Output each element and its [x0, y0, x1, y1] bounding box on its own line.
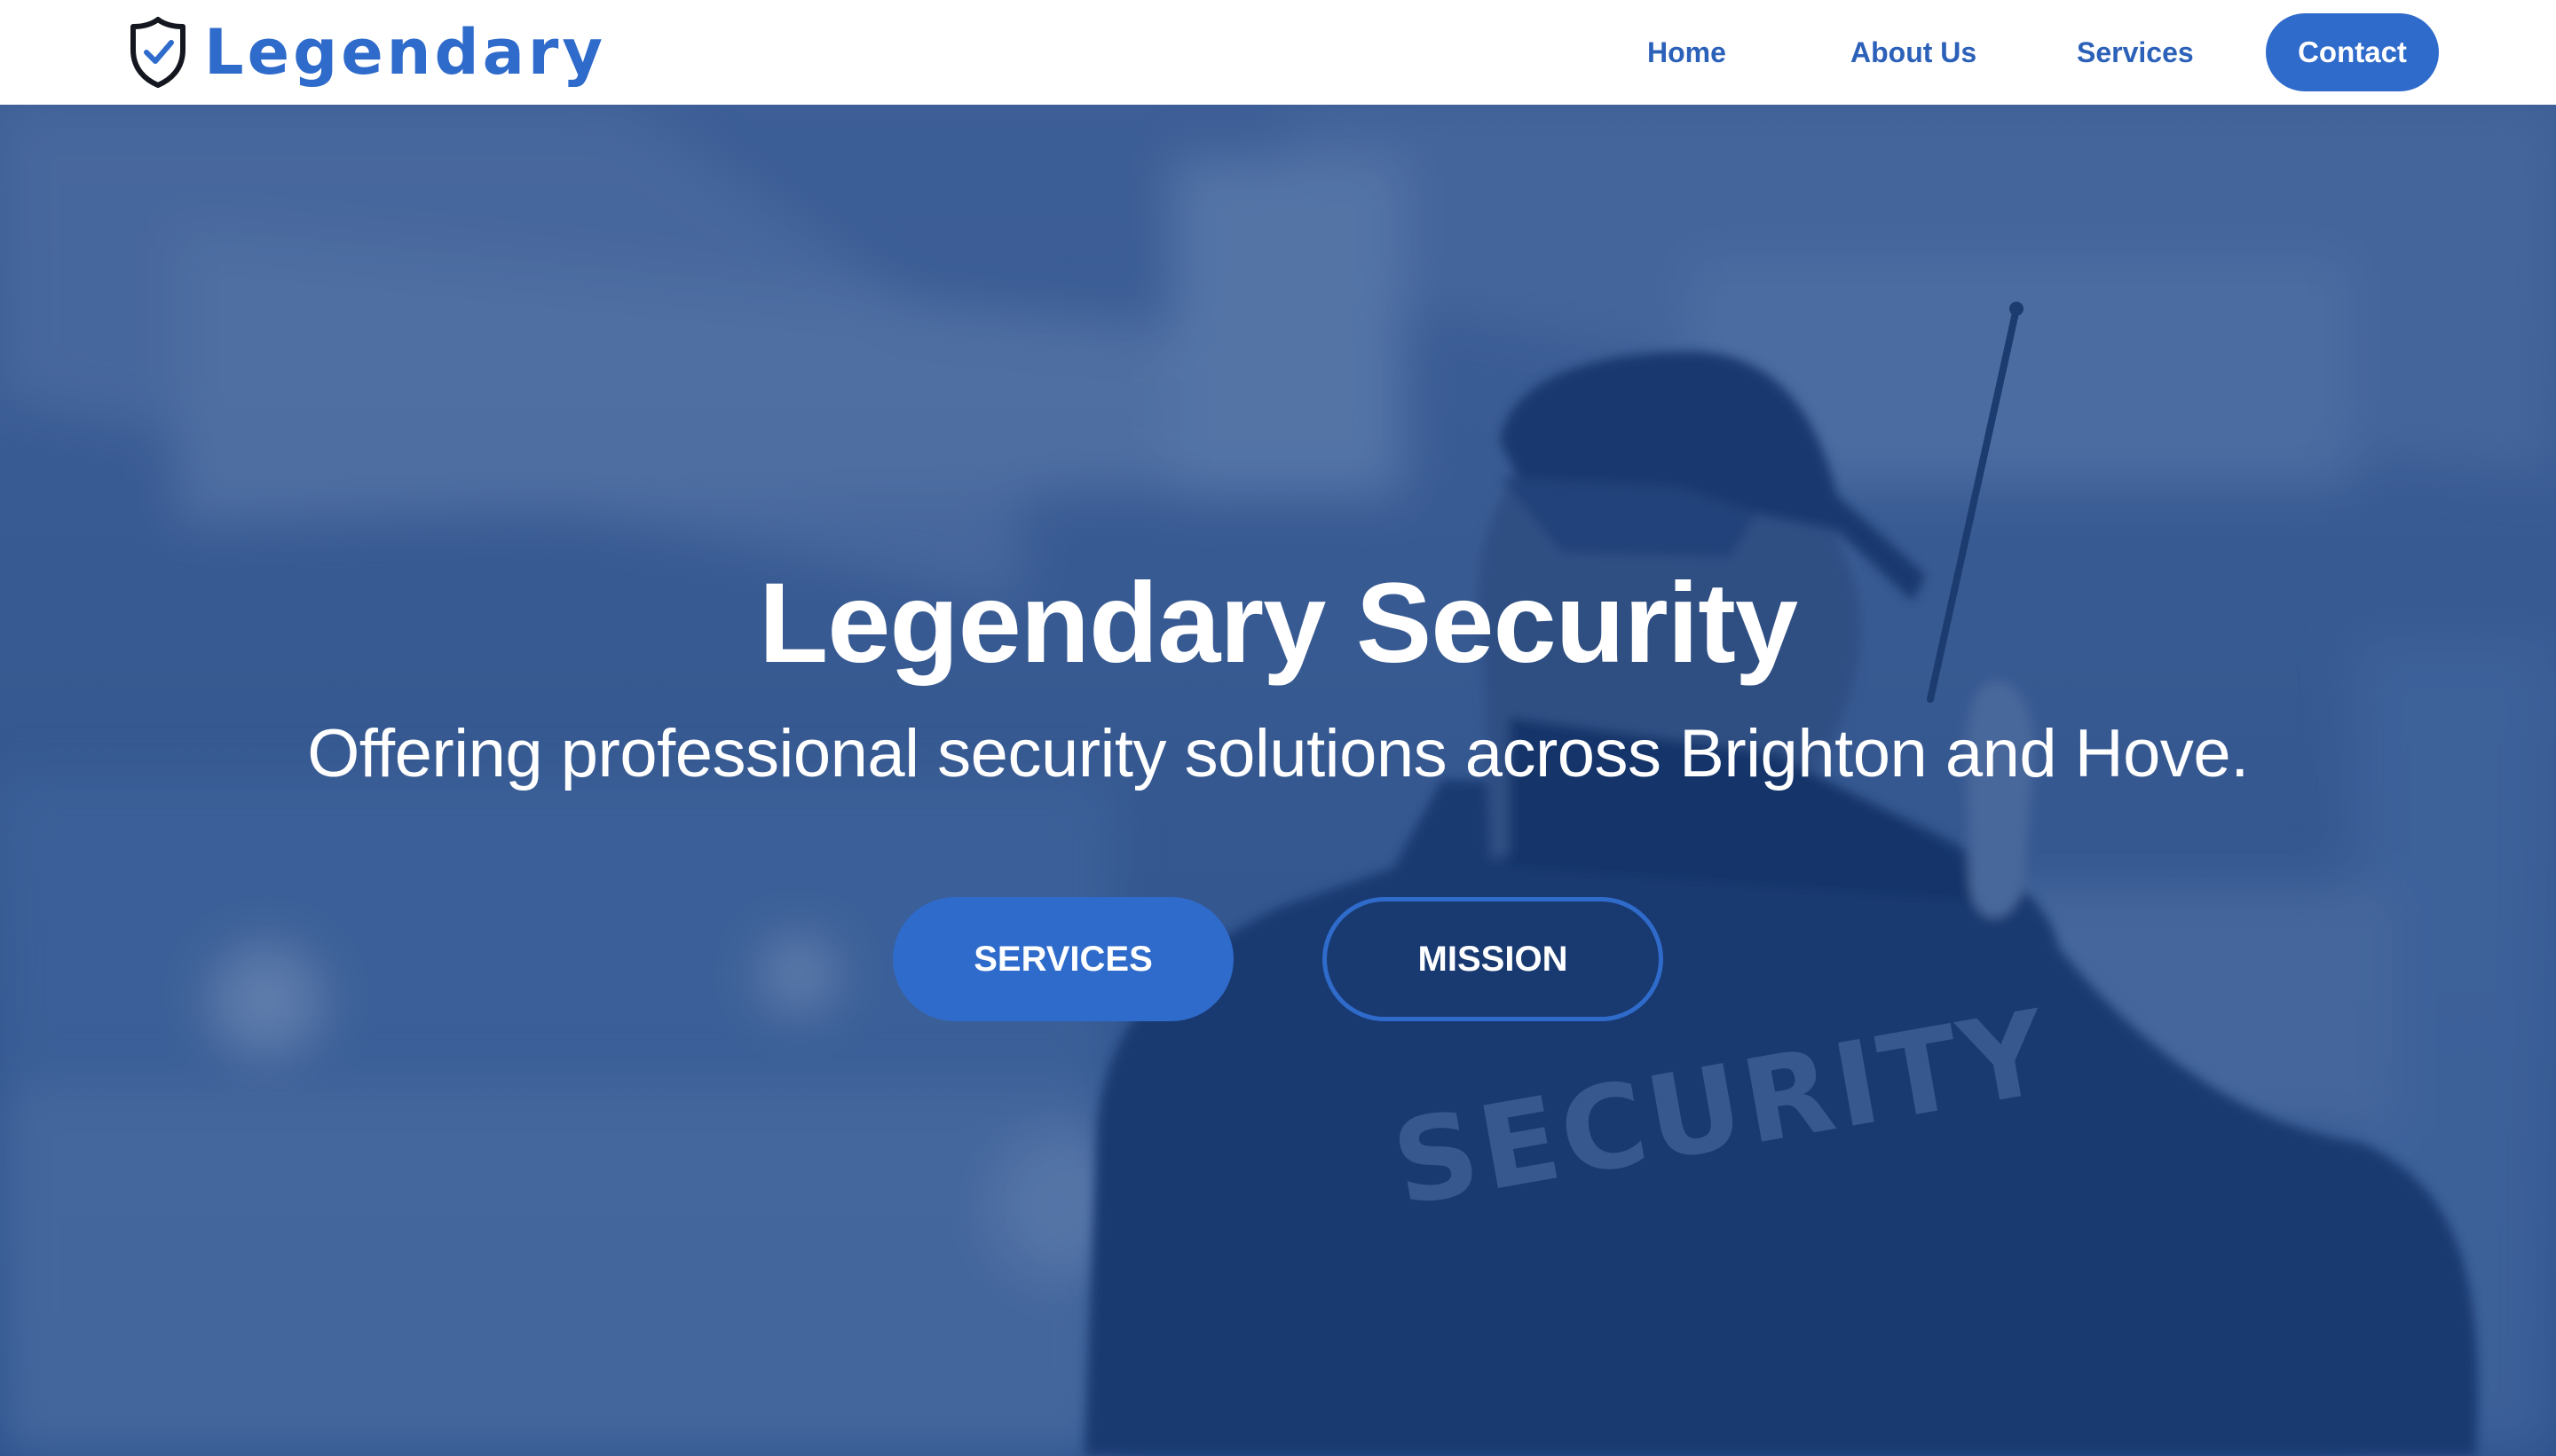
nav-link-about-us[interactable]: About Us	[1850, 30, 1976, 75]
contact-button[interactable]: Contact	[2266, 13, 2439, 91]
brand-name: Legendary	[204, 16, 606, 89]
shield-check-icon	[130, 17, 185, 88]
brand-logo[interactable]: Legendary	[128, 16, 606, 89]
hero-section: SECURITY Legendary Security Offering pro…	[0, 105, 2556, 1456]
mission-button[interactable]: MISSION	[1322, 897, 1663, 1021]
services-button[interactable]: SERVICES	[893, 897, 1234, 1021]
hero-subtitle: Offering professional security solutions…	[307, 716, 2249, 791]
hero-title: Legendary Security	[759, 560, 1798, 687]
nav-link-services[interactable]: Services	[2077, 30, 2194, 75]
nav-link-home[interactable]: Home	[1647, 30, 1726, 75]
navbar: Legendary Home About Us Services Contact	[0, 0, 2556, 105]
